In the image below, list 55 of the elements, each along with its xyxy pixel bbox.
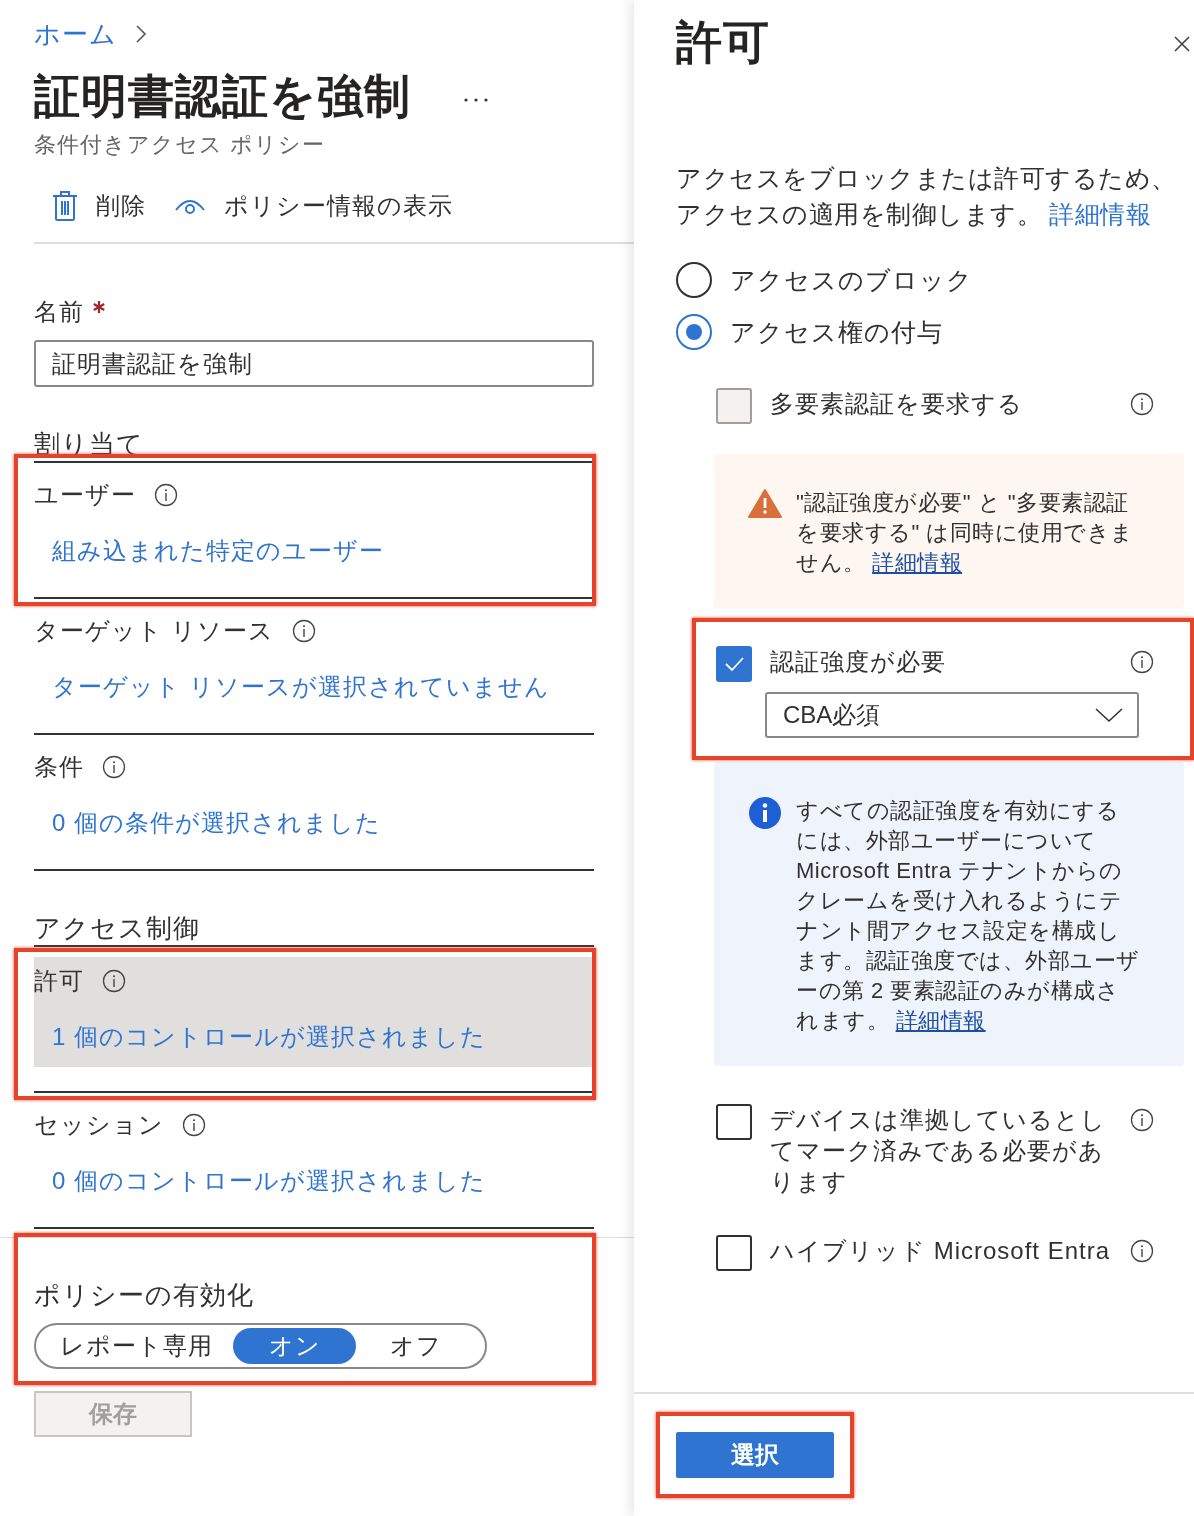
list-row[interactable]: 条件 0 個の条件が選択されました xyxy=(34,735,594,857)
info-icon xyxy=(748,796,782,830)
item-link[interactable]: ターゲット リソースが選択されていません xyxy=(52,671,594,703)
breadcrumb-link[interactable]: ホーム xyxy=(34,16,117,52)
list-row[interactable]: 許可 1 個のコントロールが選択されました xyxy=(34,957,594,1067)
warning-icon xyxy=(748,488,782,518)
item-label: セッション xyxy=(34,1110,164,1140)
toggle-group[interactable]: レポート専用 オン オフ xyxy=(34,1323,487,1369)
list-row[interactable]: ユーザー 組み込まれた特定のユーザー xyxy=(34,463,594,585)
item-label: 条件 xyxy=(34,752,84,782)
dropdown[interactable]: CBA必須 xyxy=(765,692,1139,738)
checkbox-label: ハイブリッド Microsoft Entra xyxy=(770,1236,1112,1266)
learn-more-link[interactable]: 詳細情報 xyxy=(872,550,963,575)
message-text: "認証強度が必要" と "多要素認証を要求する" は同時に使用できません。 詳細情報 xyxy=(796,489,1135,577)
radio-label: アクセスのブロック xyxy=(730,264,973,296)
toggle-option[interactable]: オフ xyxy=(356,1328,476,1364)
field-label: ポリシーの有効化 xyxy=(34,1279,255,1312)
checkbox[interactable] xyxy=(716,1104,752,1140)
panel-title: 許可 xyxy=(676,15,770,70)
section-heading: アクセス制御 xyxy=(34,912,201,945)
checkbox[interactable] xyxy=(716,646,752,682)
close-icon xyxy=(1174,36,1190,52)
checkbox[interactable] xyxy=(716,1235,752,1271)
list-row[interactable]: セッション 0 個のコントロールが選択されました xyxy=(34,1093,594,1215)
radio-label: アクセス権の付与 xyxy=(730,316,943,348)
description-text: アクセスをブロックまたは許可するため、アクセスの適用を制御します。 詳細情報 xyxy=(676,163,1178,230)
list-row[interactable]: ターゲット リソース ターゲット リソースが選択されていません xyxy=(34,599,594,721)
page-title: 証明書認証を強制 xyxy=(34,69,411,124)
checkbox-label: 認証強度が必要 xyxy=(770,647,947,677)
more-icon xyxy=(463,97,489,103)
radio-button[interactable] xyxy=(676,262,712,298)
radio-button[interactable] xyxy=(676,314,712,350)
select-button[interactable]: 選択 xyxy=(676,1432,834,1478)
item-link[interactable]: 0 個のコントロールが選択されました xyxy=(52,1165,594,1197)
chevron-right-icon xyxy=(135,23,147,45)
checkbox-label: デバイスは準拠しているとしてマーク済みである必要があります xyxy=(770,1105,1107,1197)
chevron-down-icon xyxy=(1095,707,1123,723)
toggle-option[interactable]: レポート専用 xyxy=(39,1328,233,1364)
trash-icon xyxy=(52,190,78,222)
item-label: ターゲット リソース xyxy=(34,616,274,646)
name-field[interactable]: 証明書認証を強制 xyxy=(34,340,594,387)
item-link[interactable]: 0 個の条件が選択されました xyxy=(52,807,594,839)
field-label: 名前 xyxy=(34,297,84,327)
item-label: ユーザー xyxy=(34,480,136,510)
page-subtitle: 条件付きアクセス ポリシー xyxy=(34,131,327,159)
item-label: 許可 xyxy=(34,966,84,996)
view-button[interactable]: ポリシー情報の表示 xyxy=(174,190,453,222)
message-text: すべての認証強度を有効にするには、外部ユーザーについて Microsoft Entra テナントからのクレームを受け入れるようにテナント間アクセス設定を構成します。認証強度では、外部ユーザーの第 2 要素認証のみが構成されます。 詳細情報 xyxy=(796,797,1141,1035)
checkbox-label: 多要素認証を要求する xyxy=(770,389,1024,419)
learn-more-link[interactable]: 詳細情報 xyxy=(895,1008,986,1033)
toggle-option[interactable]: オン xyxy=(233,1328,356,1364)
learn-more-link[interactable]: 詳細情報 xyxy=(1049,200,1152,228)
item-link[interactable]: 組み込まれた特定のユーザー xyxy=(52,535,594,567)
delete-button[interactable]: 削除 xyxy=(52,190,146,222)
item-link[interactable]: 1 個のコントロールが選択されました xyxy=(52,1021,594,1053)
